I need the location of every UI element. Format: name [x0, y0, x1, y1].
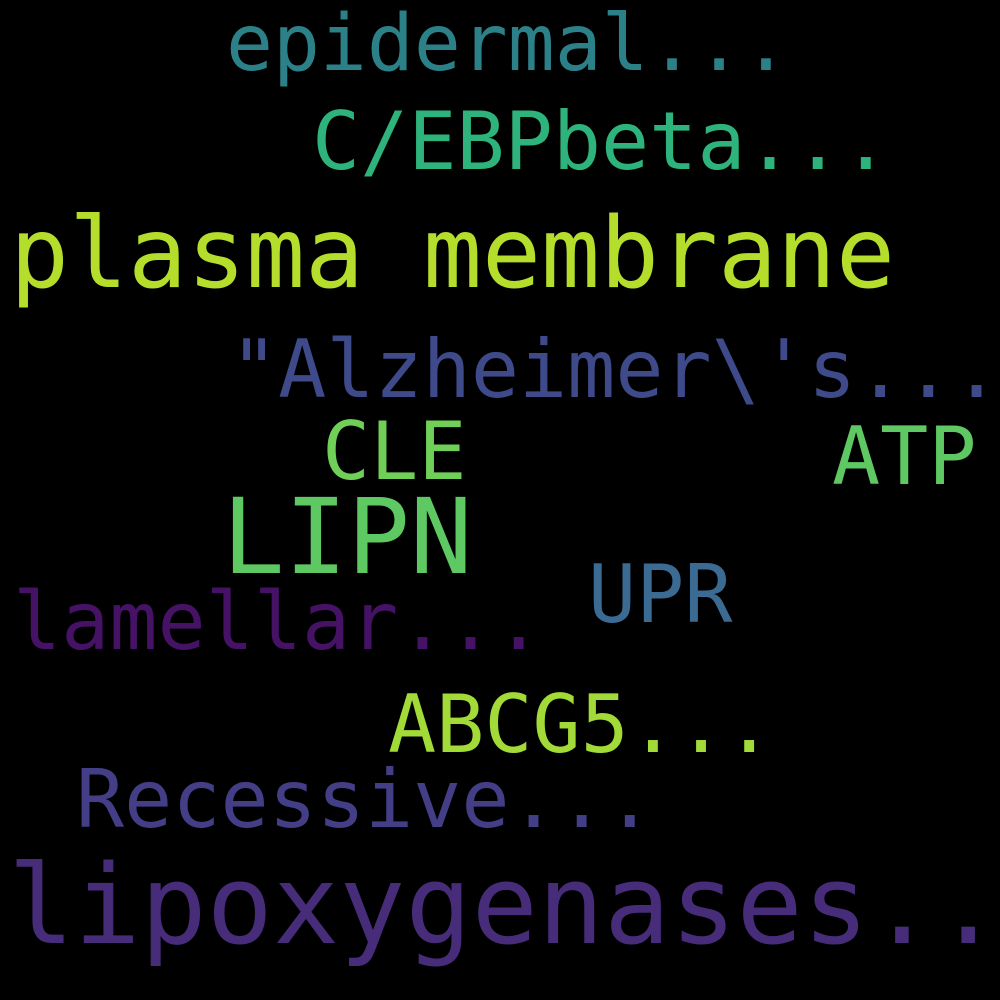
word-recessive: Recessive... — [76, 753, 654, 846]
word-upr: UPR — [588, 548, 733, 641]
word-cebpbeta: C/EBPbeta... — [312, 95, 890, 188]
word-cloud: epidermal... C/EBPbeta... plasma membran… — [0, 0, 1000, 1000]
word-atp: ATP — [832, 410, 977, 503]
word-epidermal: epidermal... — [226, 0, 790, 89]
word-plasma-membrane: plasma membrane — [10, 197, 896, 311]
word-lipoxygenases: lipoxygenases... — [8, 841, 1000, 969]
word-lipn: LIPN — [222, 476, 473, 598]
word-lamellar: lamellar... — [13, 575, 543, 668]
word-alzheimers: "Alzheimer\'s... — [230, 323, 1000, 416]
